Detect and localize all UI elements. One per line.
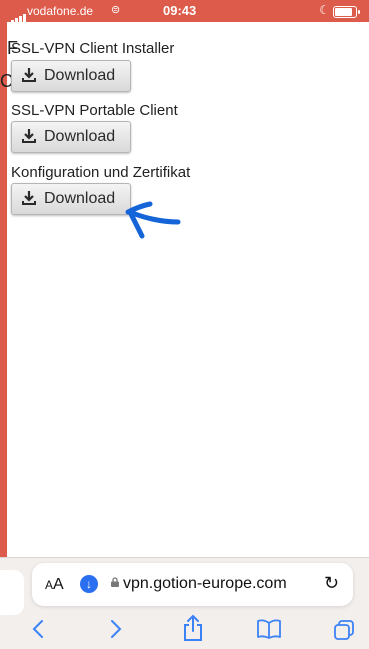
download-button-portable-client[interactable]: Download: [11, 121, 131, 153]
clock: 09:43: [163, 3, 197, 18]
text-size-button[interactable]: AA: [45, 576, 64, 594]
download-button-client-installer[interactable]: Download: [11, 60, 131, 92]
download-button-label: Download: [44, 67, 116, 84]
lock-icon: [111, 577, 119, 587]
section-title-configuration: Konfiguration und Zertifikat: [11, 164, 191, 181]
url-text: vpn.gotion-europe.com: [123, 575, 287, 592]
download-icon: [22, 191, 36, 205]
bookmarks-icon[interactable]: [256, 619, 282, 639]
previous-tab-preview[interactable]: [0, 570, 24, 615]
download-icon: [22, 68, 36, 82]
address-bar[interactable]: AA ↓ vpn.gotion-europe.com ↻: [32, 563, 353, 606]
section-title-client-installer: SSL-VPN Client Installer: [11, 40, 175, 57]
carrier-label: vodafone.de: [27, 4, 94, 18]
download-button-label: Download: [44, 128, 116, 145]
share-icon[interactable]: [182, 614, 204, 642]
download-icon: [22, 129, 36, 143]
forward-icon[interactable]: [109, 618, 123, 640]
downloads-icon[interactable]: ↓: [80, 575, 98, 593]
battery-icon: [333, 6, 360, 18]
download-button-label: Download: [44, 190, 116, 207]
download-button-configuration[interactable]: Download: [11, 183, 131, 215]
moon-icon: ☾: [319, 3, 330, 17]
status-bar: vodafone.de ⊜ 09:43 ☾: [0, 0, 369, 24]
wifi-calling-icon: ⊜: [111, 4, 121, 16]
tabs-icon[interactable]: [333, 619, 355, 641]
annotation-arrow: [125, 201, 181, 239]
back-icon[interactable]: [31, 618, 45, 640]
section-title-portable-client: SSL-VPN Portable Client: [11, 102, 178, 119]
reload-icon[interactable]: ↻: [324, 573, 339, 594]
